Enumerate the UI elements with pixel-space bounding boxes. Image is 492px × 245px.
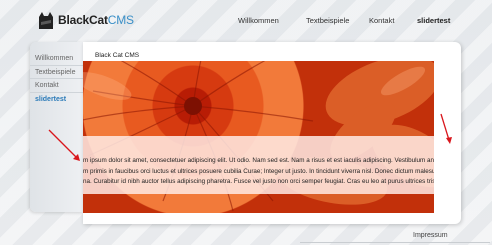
brand-name: BlackCat (58, 13, 108, 27)
sidebar-item-willkommen[interactable]: Willkommen (30, 52, 83, 66)
sidebar-item-slidertest[interactable]: slidertest (30, 93, 83, 107)
nav-kontakt[interactable]: Kontakt (369, 16, 394, 25)
header: BlackCatCMS Willkommen Textbeispiele Kon… (0, 0, 492, 40)
caption-line: na. Curabitur id nibh auctor tellus adip… (83, 178, 434, 185)
nav-textbeispiele[interactable]: Textbeispiele (306, 16, 349, 25)
slider-caption: m ipsum dolor sit amet, consectetuer adi… (83, 156, 434, 188)
sidebar-item-textbeispiele[interactable]: Textbeispiele (30, 66, 83, 79)
brand-text: BlackCatCMS (58, 13, 134, 27)
nav-willkommen[interactable]: Willkommen (238, 16, 279, 25)
page-title: Black Cat CMS (95, 52, 140, 59)
brand-suffix: CMS (107, 13, 134, 27)
nav-slidertest[interactable]: slidertest (417, 16, 450, 25)
brand-logo[interactable]: BlackCatCMS (36, 5, 134, 35)
caption-line: m ipsum dolor sit amet, consectetuer adi… (83, 157, 434, 164)
caption-line: m primis in faucibus orci luctus et ultr… (83, 167, 434, 175)
sidebar-item-kontakt[interactable]: Kontakt (30, 79, 83, 93)
footer-divider (300, 242, 490, 243)
image-slider[interactable]: m ipsum dolor sit amet, consectetuer adi… (83, 61, 434, 213)
main-content: Black Cat CMS m ipsum dolor sit amet, co… (83, 42, 461, 224)
impressum-link[interactable]: Impressum (413, 232, 448, 239)
cat-logo-icon (39, 12, 53, 29)
sidebar: Willkommen Textbeispiele Kontakt slidert… (30, 42, 83, 212)
